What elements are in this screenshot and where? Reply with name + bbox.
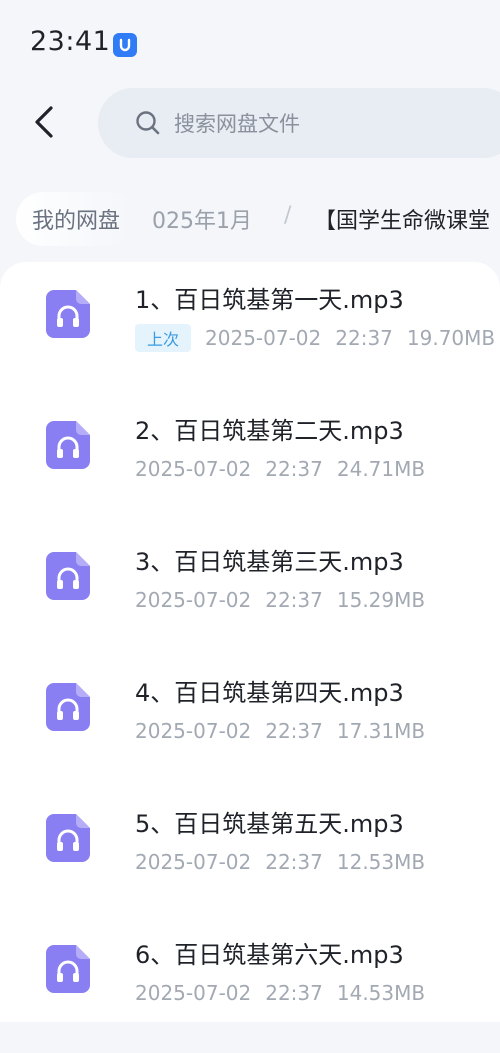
file-item[interactable]: 1、百日筑基第一天.mp3 上次 2025-07-02 22:37 19.70M… xyxy=(0,268,500,398)
file-date: 2025-07-02 xyxy=(135,719,252,743)
audio-file-icon xyxy=(46,290,90,338)
file-name: 1、百日筑基第一天.mp3 xyxy=(135,286,404,314)
file-time: 22:37 xyxy=(335,326,393,350)
status-bar: 23:41 xyxy=(0,0,500,86)
file-name: 6、百日筑基第六天.mp3 xyxy=(135,941,404,969)
file-time: 22:37 xyxy=(265,981,323,1005)
breadcrumb-root[interactable]: 我的网盘 xyxy=(16,192,137,246)
file-meta: 2025-07-02 22:37 17.31MB xyxy=(135,717,425,745)
file-meta: 2025-07-02 22:37 12.53MB xyxy=(135,848,425,876)
file-date: 2025-07-02 xyxy=(135,457,252,481)
file-name: 4、百日筑基第四天.mp3 xyxy=(135,679,404,707)
file-time: 22:37 xyxy=(265,850,323,874)
breadcrumb-current: 【国学生命微课堂 xyxy=(314,209,491,234)
back-button[interactable] xyxy=(24,104,64,144)
audio-file-icon xyxy=(46,552,90,600)
file-item[interactable]: 2、百日筑基第二天.mp3 2025-07-02 22:37 24.71MB xyxy=(0,399,500,529)
file-size: 19.70MB xyxy=(406,326,496,350)
search-icon xyxy=(134,109,162,137)
file-date: 2025-07-02 xyxy=(135,588,252,612)
breadcrumb-separator: / xyxy=(284,203,292,228)
file-item[interactable]: 4、百日筑基第四天.mp3 2025-07-02 22:37 17.31MB xyxy=(0,661,500,791)
audio-file-icon xyxy=(46,421,90,469)
file-item[interactable]: 6、百日筑基第六天.mp3 2025-07-02 22:37 14.53MB xyxy=(0,923,500,1053)
file-date: 2025-07-02 xyxy=(135,981,252,1005)
audio-file-icon xyxy=(46,814,90,862)
file-list: 1、百日筑基第一天.mp3 上次 2025-07-02 22:37 19.70M… xyxy=(0,262,500,1022)
baidu-netdisk-icon xyxy=(113,33,137,57)
breadcrumb: 我的网盘 025年1月 / 【国学生命微课堂 xyxy=(0,180,500,260)
file-meta: 2025-07-02 22:37 24.71MB xyxy=(135,455,425,483)
file-size: 15.29MB xyxy=(336,588,426,612)
file-date: 2025-07-02 xyxy=(205,326,322,350)
search-placeholder: 搜索网盘文件 xyxy=(174,112,300,136)
header: 搜索网盘文件 xyxy=(0,86,500,164)
file-item[interactable]: 3、百日筑基第三天.mp3 2025-07-02 22:37 15.29MB xyxy=(0,530,500,660)
file-meta: 2025-07-02 22:37 15.29MB xyxy=(135,586,425,614)
file-time: 22:37 xyxy=(265,457,323,481)
audio-file-icon xyxy=(46,683,90,731)
file-date: 2025-07-02 xyxy=(135,850,252,874)
file-size: 17.31MB xyxy=(336,719,426,743)
file-time: 22:37 xyxy=(265,588,323,612)
status-time: 23:41 xyxy=(30,26,111,57)
file-name: 5、百日筑基第五天.mp3 xyxy=(135,810,404,838)
file-meta: 上次 2025-07-02 22:37 19.70MB xyxy=(135,324,495,352)
search-input[interactable]: 搜索网盘文件 xyxy=(98,88,500,158)
file-time: 22:37 xyxy=(265,719,323,743)
chevron-left-icon xyxy=(32,105,56,143)
file-size: 14.53MB xyxy=(336,981,426,1005)
file-size: 12.53MB xyxy=(336,850,426,874)
last-played-badge: 上次 xyxy=(135,324,192,352)
audio-file-icon xyxy=(46,945,90,993)
file-item[interactable]: 5、百日筑基第五天.mp3 2025-07-02 22:37 12.53MB xyxy=(0,792,500,922)
file-size: 24.71MB xyxy=(336,457,426,481)
file-meta: 2025-07-02 22:37 14.53MB xyxy=(135,979,425,1007)
breadcrumb-folder[interactable]: 025年1月 xyxy=(152,203,252,235)
file-name: 3、百日筑基第三天.mp3 xyxy=(135,548,404,576)
file-name: 2、百日筑基第二天.mp3 xyxy=(135,417,404,445)
